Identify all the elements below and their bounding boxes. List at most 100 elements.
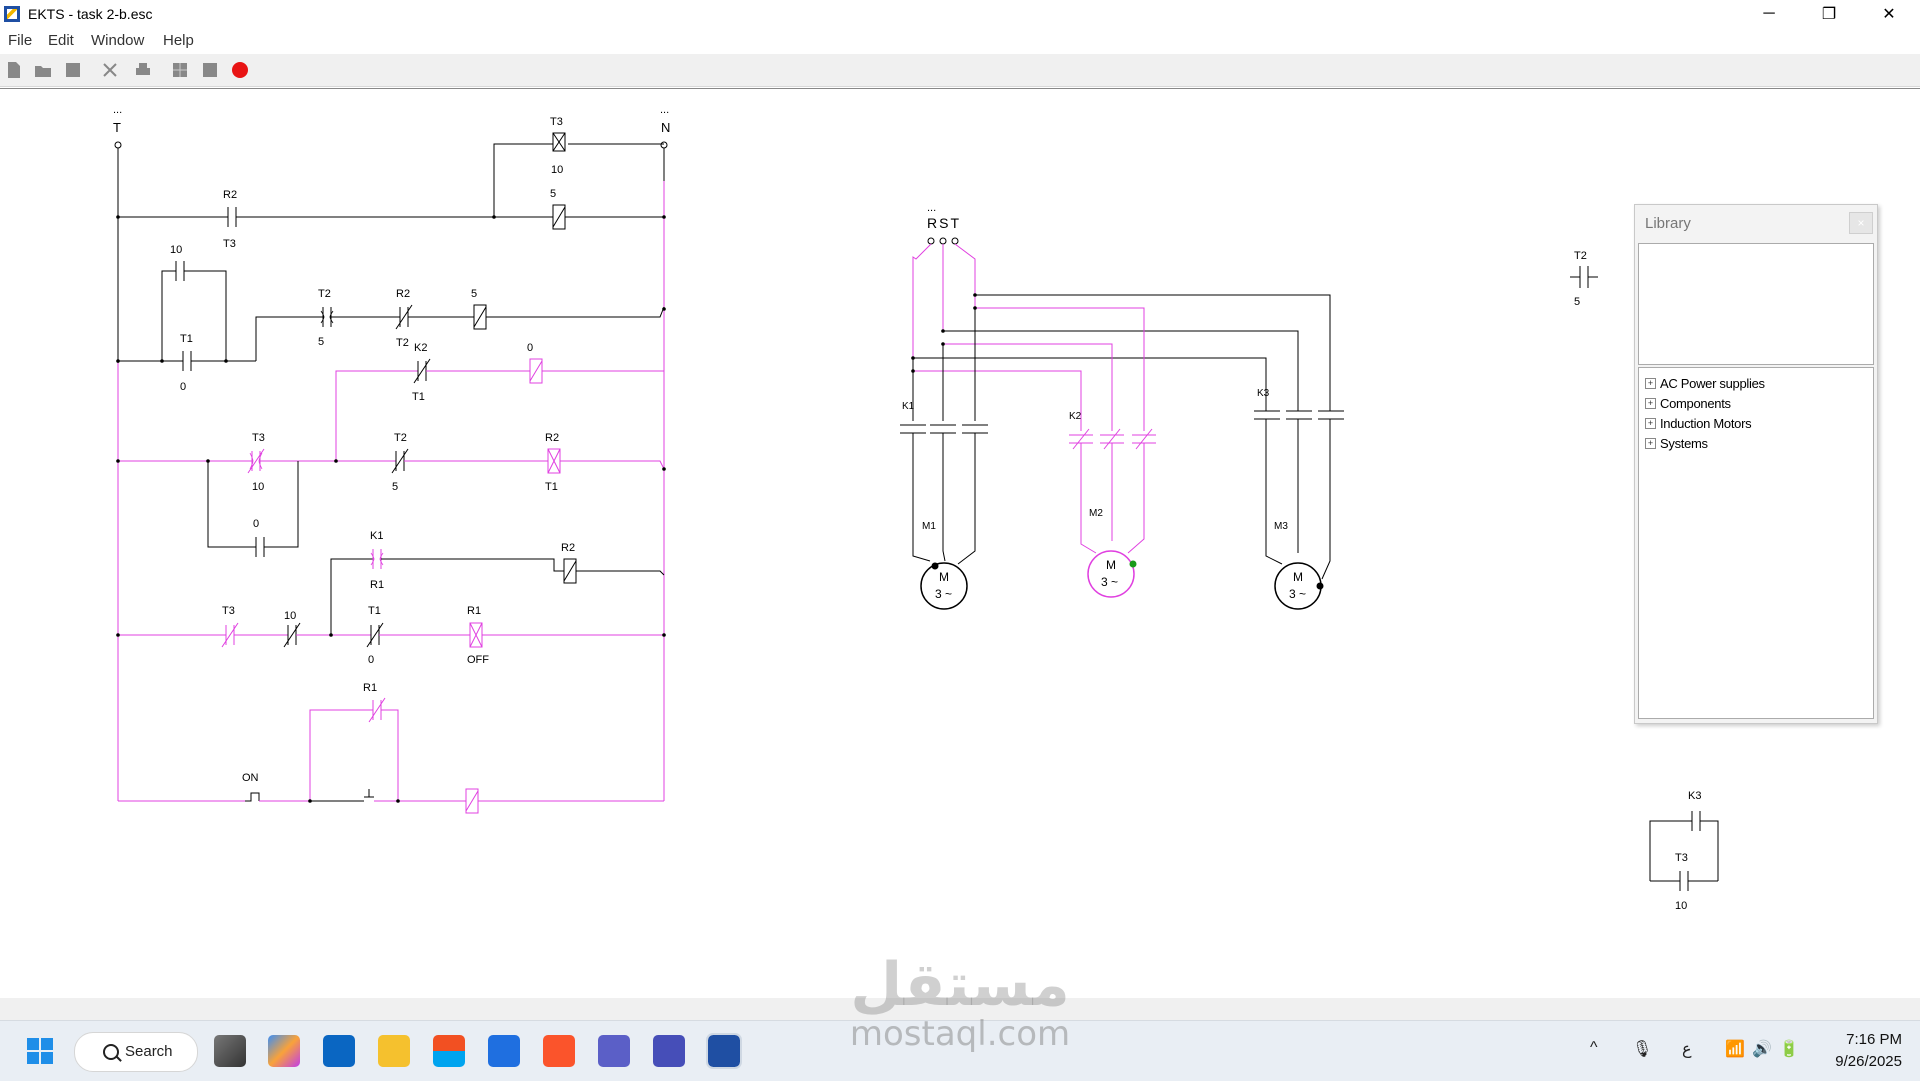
- windows-start-icon[interactable]: [24, 1035, 56, 1067]
- print-icon[interactable]: [133, 60, 153, 80]
- schematic-canvas[interactable]: ... T ... N T3 10 R2 T3 5 10 T1 0 T2 5 R…: [0, 88, 1920, 1000]
- label-t2-contact-1-val: T3: [223, 238, 236, 250]
- label-t3-nc-2-val: 0: [368, 654, 374, 666]
- label-t2-coil: R2: [545, 432, 559, 444]
- stop-icon[interactable]: [200, 60, 220, 80]
- label-t2-contact-1: R2: [223, 189, 237, 201]
- menu-help[interactable]: Help: [163, 32, 194, 49]
- rail-label-n: N: [661, 120, 670, 135]
- label-k2-coil: 0: [527, 342, 533, 354]
- label-k1-coil: R2: [561, 542, 575, 554]
- label-m3: M3: [1274, 521, 1288, 532]
- wifi-icon[interactable]: 📶: [1725, 1039, 1745, 1059]
- loose-t3-value: 10: [1675, 900, 1687, 912]
- label-t1-contact-2: K1: [370, 530, 383, 542]
- teams-icon[interactable]: [598, 1035, 630, 1067]
- supply-marker: ...: [927, 202, 936, 214]
- label-r1-nc-1: T3: [222, 605, 235, 617]
- expand-icon[interactable]: +: [1645, 377, 1656, 389]
- expand-icon[interactable]: +: [1645, 437, 1656, 449]
- taskbar-search[interactable]: Search: [74, 1032, 198, 1072]
- new-icon[interactable]: [4, 60, 24, 80]
- label-t1-nc-1: T3: [252, 432, 265, 444]
- label-t3-contact-1-val: 0: [180, 381, 186, 393]
- clock-date[interactable]: 9/26/2025: [1822, 1053, 1902, 1070]
- window-title: EKTS - task 2-b.esc: [28, 6, 153, 22]
- label-t3-nc-1-val: 5: [392, 481, 398, 493]
- record-icon[interactable]: [230, 60, 250, 80]
- battery-icon[interactable]: 🔋: [1779, 1039, 1799, 1059]
- label-k1-contactor: K1: [902, 401, 915, 412]
- tree-label: AC Power supplies: [1660, 375, 1765, 391]
- m3-symbol: M: [1293, 570, 1303, 584]
- label-t1-coil-val: OFF: [467, 654, 489, 666]
- store-icon[interactable]: [433, 1035, 465, 1067]
- tree-item-components[interactable]: + Components: [1645, 394, 1731, 412]
- toolbar: [0, 54, 1920, 87]
- teams-work-icon[interactable]: [653, 1035, 685, 1067]
- label-r1-nc-2: R1: [363, 682, 377, 694]
- loose-t2-label: T2: [1574, 250, 1587, 262]
- library-panel[interactable]: Library × + AC Power supplies + Componen…: [1634, 204, 1878, 724]
- rail-marker-t: ...: [113, 104, 122, 116]
- label-t1-nc-1-val: 10: [252, 481, 264, 493]
- label-k3-contactor: K3: [1257, 388, 1270, 399]
- label-t2-nc-2-val: T1: [412, 391, 425, 403]
- label-m1: M1: [922, 521, 936, 532]
- expand-icon[interactable]: +: [1645, 417, 1656, 429]
- tree-item-induction-motors[interactable]: + Induction Motors: [1645, 414, 1752, 432]
- label-t1-coil: R1: [467, 605, 481, 617]
- open-icon[interactable]: [33, 60, 53, 80]
- search-label: Search: [125, 1043, 173, 1060]
- maximize-button[interactable]: ❐: [1806, 0, 1852, 28]
- label-r2-contact-1: 10: [170, 244, 182, 256]
- tree-item-ac-power-supplies[interactable]: + AC Power supplies: [1645, 374, 1765, 392]
- tray-chevron-icon[interactable]: ^: [1590, 1039, 1598, 1057]
- file-explorer-icon[interactable]: [378, 1035, 410, 1067]
- ekts-app-icon: [4, 6, 20, 22]
- label-k3-coil: 5: [550, 188, 556, 200]
- tree-label: Systems: [1660, 435, 1708, 451]
- task-view-icon[interactable]: [214, 1035, 246, 1067]
- search-icon: [103, 1044, 119, 1060]
- volume-icon[interactable]: 🔊: [1752, 1039, 1772, 1059]
- rail-label-t: T: [113, 120, 121, 135]
- label-t3-coil-top: T3: [550, 116, 563, 128]
- copilot-icon[interactable]: [268, 1035, 300, 1067]
- label-t3-nc-1: T2: [394, 432, 407, 444]
- menu-file[interactable]: File: [8, 32, 32, 49]
- menu-window[interactable]: Window: [91, 32, 144, 49]
- delete-icon[interactable]: [100, 60, 120, 80]
- ekts-icon[interactable]: [488, 1035, 520, 1067]
- close-button[interactable]: ✕: [1866, 0, 1912, 28]
- menu-edit[interactable]: Edit: [48, 32, 74, 49]
- label-t2-nc-1-val: T2: [396, 337, 409, 349]
- ekts-active-icon[interactable]: [706, 1033, 742, 1069]
- library-header[interactable]: Library ×: [1635, 205, 1877, 239]
- linkedin-icon[interactable]: [323, 1035, 355, 1067]
- grid-icon[interactable]: [170, 60, 190, 80]
- label-t3-contact-1: T1: [180, 333, 193, 345]
- status-bar: [0, 998, 1920, 1020]
- m2-symbol: M: [1106, 558, 1116, 572]
- tree-item-systems[interactable]: + Systems: [1645, 434, 1708, 452]
- minimize-button[interactable]: ─: [1746, 0, 1792, 28]
- supply-phases: RST: [927, 215, 961, 231]
- label-t1-contact-2-val: R1: [370, 579, 384, 591]
- library-close-button[interactable]: ×: [1849, 212, 1873, 234]
- library-tree[interactable]: + AC Power supplies + Components + Induc…: [1638, 367, 1874, 719]
- loose-t3-label: T3: [1675, 852, 1688, 864]
- brave-icon[interactable]: [543, 1035, 575, 1067]
- label-m2: M2: [1089, 508, 1103, 519]
- label-r2-nc-1: 10: [284, 610, 296, 622]
- m3-phase: 3 ~: [1289, 587, 1306, 601]
- taskbar: Search ^ 🎙 ع 📶 🔊 🔋 7:16 PM 9/26/2025: [0, 1020, 1920, 1081]
- m2-phase: 3 ~: [1101, 575, 1118, 589]
- save-icon[interactable]: [63, 60, 83, 80]
- expand-icon[interactable]: +: [1645, 397, 1656, 409]
- microphone-icon[interactable]: 🎙: [1632, 1039, 1652, 1059]
- clock-time[interactable]: 7:16 PM: [1822, 1031, 1902, 1048]
- label-t3-nc-2: T1: [368, 605, 381, 617]
- label-off-button: ON: [242, 772, 259, 784]
- language-indicator[interactable]: ع: [1682, 1039, 1692, 1059]
